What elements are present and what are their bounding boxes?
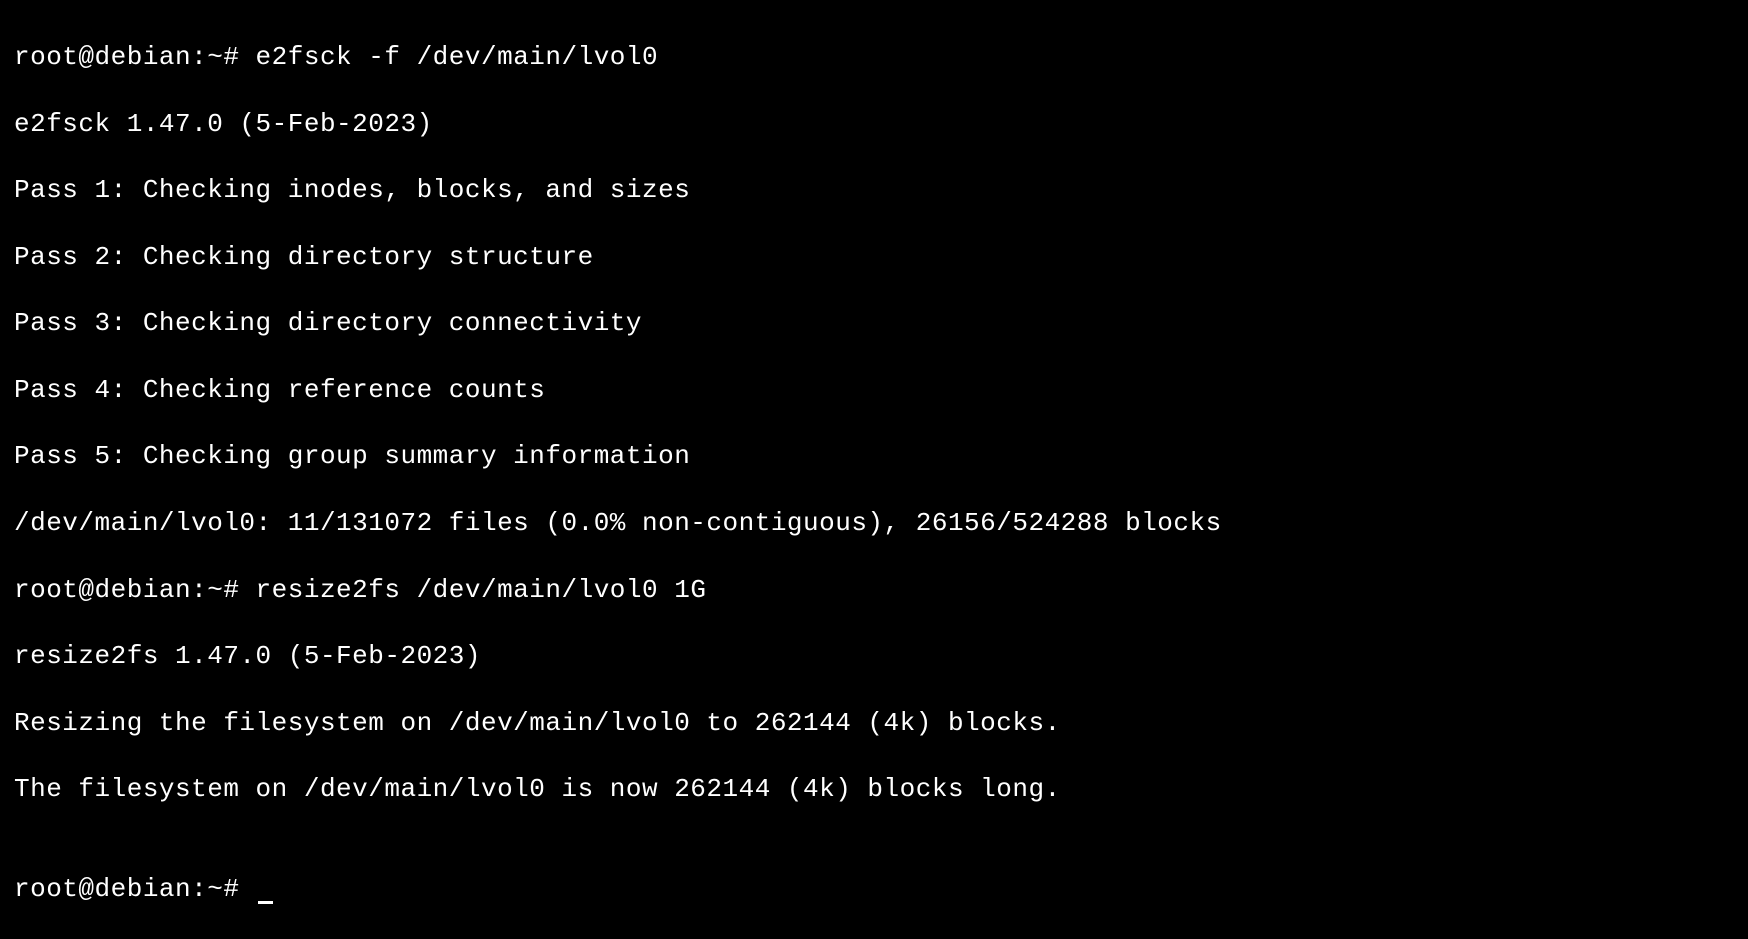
shell-prompt: root@debian:~# [14, 874, 256, 904]
output-line: Pass 1: Checking inodes, blocks, and siz… [14, 174, 1734, 207]
terminal-output[interactable]: root@debian:~# e2fsck -f /dev/main/lvol0… [14, 8, 1734, 939]
command-text: resize2fs /dev/main/lvol0 1G [256, 575, 707, 605]
command-text: e2fsck -f /dev/main/lvol0 [256, 42, 659, 72]
output-line: Pass 4: Checking reference counts [14, 374, 1734, 407]
output-line: /dev/main/lvol0: 11/131072 files (0.0% n… [14, 507, 1734, 540]
output-line: The filesystem on /dev/main/lvol0 is now… [14, 773, 1734, 806]
output-line: Pass 2: Checking directory structure [14, 241, 1734, 274]
output-line: Resizing the filesystem on /dev/main/lvo… [14, 707, 1734, 740]
shell-prompt: root@debian:~# [14, 575, 256, 605]
output-line: Pass 3: Checking directory connectivity [14, 307, 1734, 340]
shell-prompt: root@debian:~# [14, 42, 256, 72]
output-line: resize2fs 1.47.0 (5-Feb-2023) [14, 640, 1734, 673]
cursor-icon [258, 901, 273, 904]
output-line: Pass 5: Checking group summary informati… [14, 440, 1734, 473]
output-line: e2fsck 1.47.0 (5-Feb-2023) [14, 108, 1734, 141]
